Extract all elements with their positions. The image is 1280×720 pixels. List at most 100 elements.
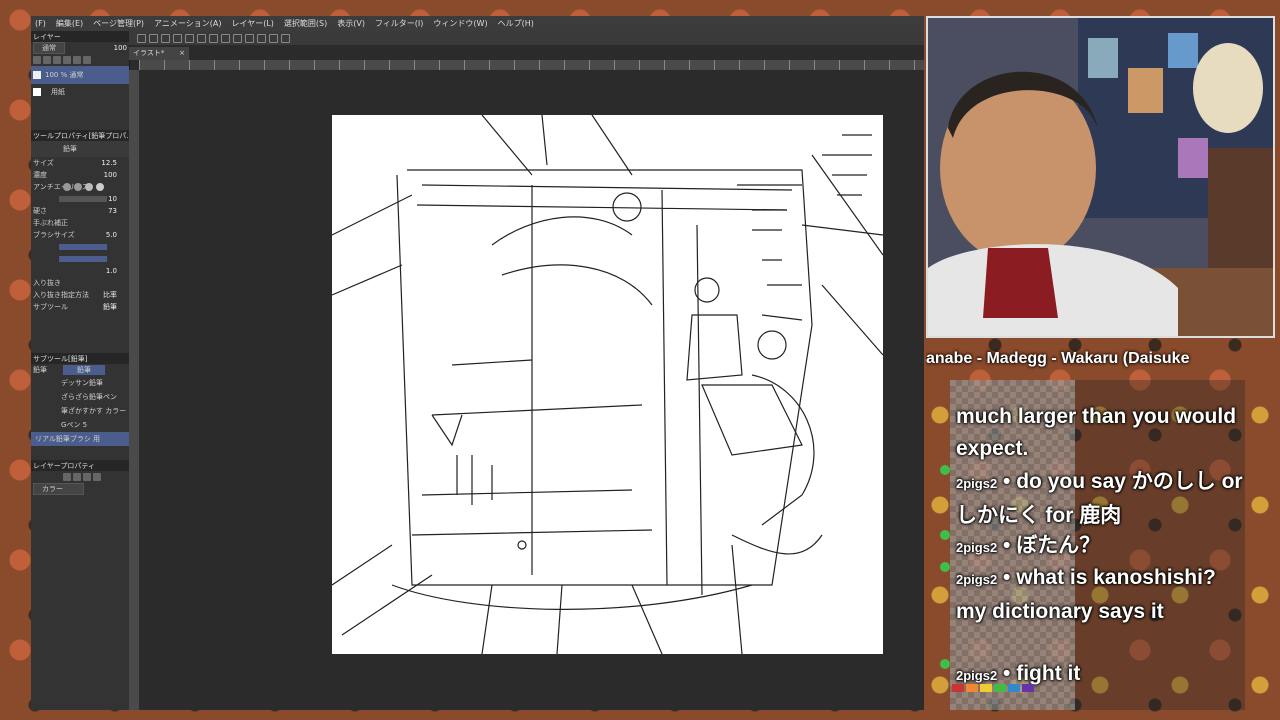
- effect-icon[interactable]: [93, 473, 101, 481]
- palette-swatch[interactable]: [966, 684, 978, 692]
- print-icon[interactable]: [173, 33, 182, 43]
- menu-selection[interactable]: 選択範囲(S): [284, 18, 327, 29]
- menu-layer[interactable]: レイヤー(L): [231, 18, 273, 29]
- property-label: ブラシサイズ: [33, 231, 75, 239]
- chat-overlay: much larger than you would expect. 2pigs…: [950, 380, 1245, 710]
- save-icon[interactable]: [161, 33, 170, 43]
- crop-icon[interactable]: [233, 33, 242, 43]
- property-row[interactable]: 入り抜き: [31, 277, 129, 289]
- menu-page[interactable]: ページ管理(P): [93, 18, 144, 29]
- property-size[interactable]: サイズ 12.5: [31, 157, 129, 169]
- menu-animation[interactable]: アニメーション(A): [154, 18, 221, 29]
- folder-icon[interactable]: [43, 56, 51, 64]
- tool-name: 鉛筆: [63, 145, 77, 153]
- property-row[interactable]: サブツール 鉛筆: [31, 301, 129, 313]
- palette-swatch[interactable]: [1022, 684, 1034, 692]
- chat-user-badge: [940, 465, 950, 475]
- palette-swatch[interactable]: [1008, 684, 1020, 692]
- property-density[interactable]: 濃度 100: [31, 169, 129, 181]
- ruler-icon[interactable]: [269, 33, 278, 43]
- property-row[interactable]: 10: [31, 193, 129, 205]
- property-brush-size[interactable]: ブラシサイズ 5.0: [31, 229, 129, 241]
- blend-mode-select[interactable]: 通常: [33, 42, 65, 54]
- property-row[interactable]: 入り抜き指定方法 比率: [31, 289, 129, 301]
- property-value[interactable]: 73: [108, 207, 117, 215]
- chat-separator: •: [1003, 566, 1011, 589]
- menu-file[interactable]: (F): [35, 19, 46, 28]
- property-row[interactable]: 1.0: [31, 265, 129, 277]
- document-tab[interactable]: イラスト* ×: [129, 47, 189, 60]
- brush-item-selected[interactable]: リアル鉛筆ブラシ 用: [31, 432, 129, 446]
- effect-icon[interactable]: [63, 473, 71, 481]
- property-label: 硬さ: [33, 207, 47, 215]
- chat-message: 2pigs2 • what is kanoshishi? my dictiona…: [956, 562, 1245, 628]
- menu-help[interactable]: ヘルプ(H): [498, 18, 534, 29]
- property-value[interactable]: 5.0: [106, 231, 117, 239]
- color-mode-select[interactable]: カラー: [33, 483, 84, 495]
- effect-icon[interactable]: [83, 473, 91, 481]
- redo-icon[interactable]: [197, 33, 206, 43]
- color-mode-row: カラー: [31, 483, 129, 495]
- opacity-value[interactable]: 100: [114, 44, 127, 52]
- property-value[interactable]: 12.5: [101, 159, 117, 167]
- menu-edit[interactable]: 編集(E): [56, 18, 83, 29]
- layer-property-header: レイヤープロパティ: [31, 460, 129, 471]
- property-value[interactable]: 10: [108, 195, 117, 203]
- layer-panel-header: レイヤー: [31, 31, 129, 42]
- menu-view[interactable]: 表示(V): [337, 18, 365, 29]
- select-icon[interactable]: [245, 33, 254, 43]
- layer-name: 100 % 通常: [45, 71, 84, 79]
- effect-icon[interactable]: [73, 473, 81, 481]
- chat-separator: •: [1003, 470, 1011, 493]
- lock-icon[interactable]: [83, 56, 91, 64]
- property-value[interactable]: 比率: [103, 290, 117, 300]
- copy-icon[interactable]: [53, 56, 61, 64]
- clip-icon[interactable]: [73, 56, 81, 64]
- property-list: サイズ 12.5 濃度 100 アンチエイリアス 10 硬さ 73 手ぶれ補正 ブラシ…: [31, 157, 129, 313]
- chat-user-badge: [940, 562, 950, 572]
- subtool-tabs: 鉛筆 鉛筆: [31, 364, 129, 376]
- subtool-tab[interactable]: 鉛筆: [33, 365, 47, 375]
- new-layer-icon[interactable]: [33, 56, 41, 64]
- menu-filter[interactable]: フィルター(I): [375, 18, 423, 29]
- brush-item[interactable]: 筆ざかすかす カラー: [31, 404, 129, 418]
- undo-icon[interactable]: [185, 33, 194, 43]
- new-icon[interactable]: [137, 33, 146, 43]
- chat-username: 2pigs2: [956, 668, 998, 683]
- property-label: 手ぶれ補正: [33, 219, 68, 227]
- horizontal-ruler: [139, 60, 924, 70]
- menu-window[interactable]: ウィンドウ(W): [433, 18, 487, 29]
- chat-text: do you say かのしし or しかにく for 鹿肉: [956, 470, 1243, 527]
- lasso-icon[interactable]: [257, 33, 266, 43]
- edit-icon[interactable]: [281, 33, 290, 43]
- brush-item[interactable]: ざらざら鉛筆ペン: [31, 390, 129, 404]
- layer-item-paper[interactable]: 用紙: [31, 84, 129, 100]
- eye-icon[interactable]: [33, 71, 41, 79]
- transform-icon[interactable]: [221, 33, 230, 43]
- menu-bar: (F) 編集(E) ページ管理(P) アニメーション(A) レイヤー(L) 選択…: [31, 16, 924, 31]
- palette-swatch[interactable]: [980, 684, 992, 692]
- settings-icon[interactable]: [209, 33, 218, 43]
- now-playing-ticker: anabe - Madegg - Wakaru (Daisuke: [926, 350, 1190, 367]
- merge-icon[interactable]: [63, 56, 71, 64]
- palette-swatch[interactable]: [952, 684, 964, 692]
- property-row[interactable]: [31, 241, 129, 253]
- brush-item[interactable]: Gペン 5: [31, 418, 129, 432]
- slider-track: [59, 256, 107, 262]
- antialias-dots[interactable]: [63, 183, 104, 191]
- open-icon[interactable]: [149, 33, 158, 43]
- property-hardness[interactable]: 硬さ 73: [31, 205, 129, 217]
- property-value[interactable]: 鉛筆: [103, 302, 117, 312]
- property-row[interactable]: [31, 253, 129, 265]
- palette-swatch[interactable]: [994, 684, 1006, 692]
- chat-separator: •: [1003, 534, 1011, 557]
- layer-item-1[interactable]: 100 % 通常: [31, 66, 129, 84]
- property-value[interactable]: 1.0: [106, 267, 117, 275]
- subtool-tab-active[interactable]: 鉛筆: [63, 365, 105, 375]
- property-value[interactable]: 100: [104, 171, 117, 179]
- property-antialias[interactable]: アンチエイリアス: [31, 181, 129, 193]
- close-icon[interactable]: ×: [179, 47, 185, 60]
- brush-item[interactable]: デッサン鉛筆: [31, 376, 129, 390]
- property-stabilizer[interactable]: 手ぶれ補正: [31, 217, 129, 229]
- drawing-canvas[interactable]: [331, 114, 884, 655]
